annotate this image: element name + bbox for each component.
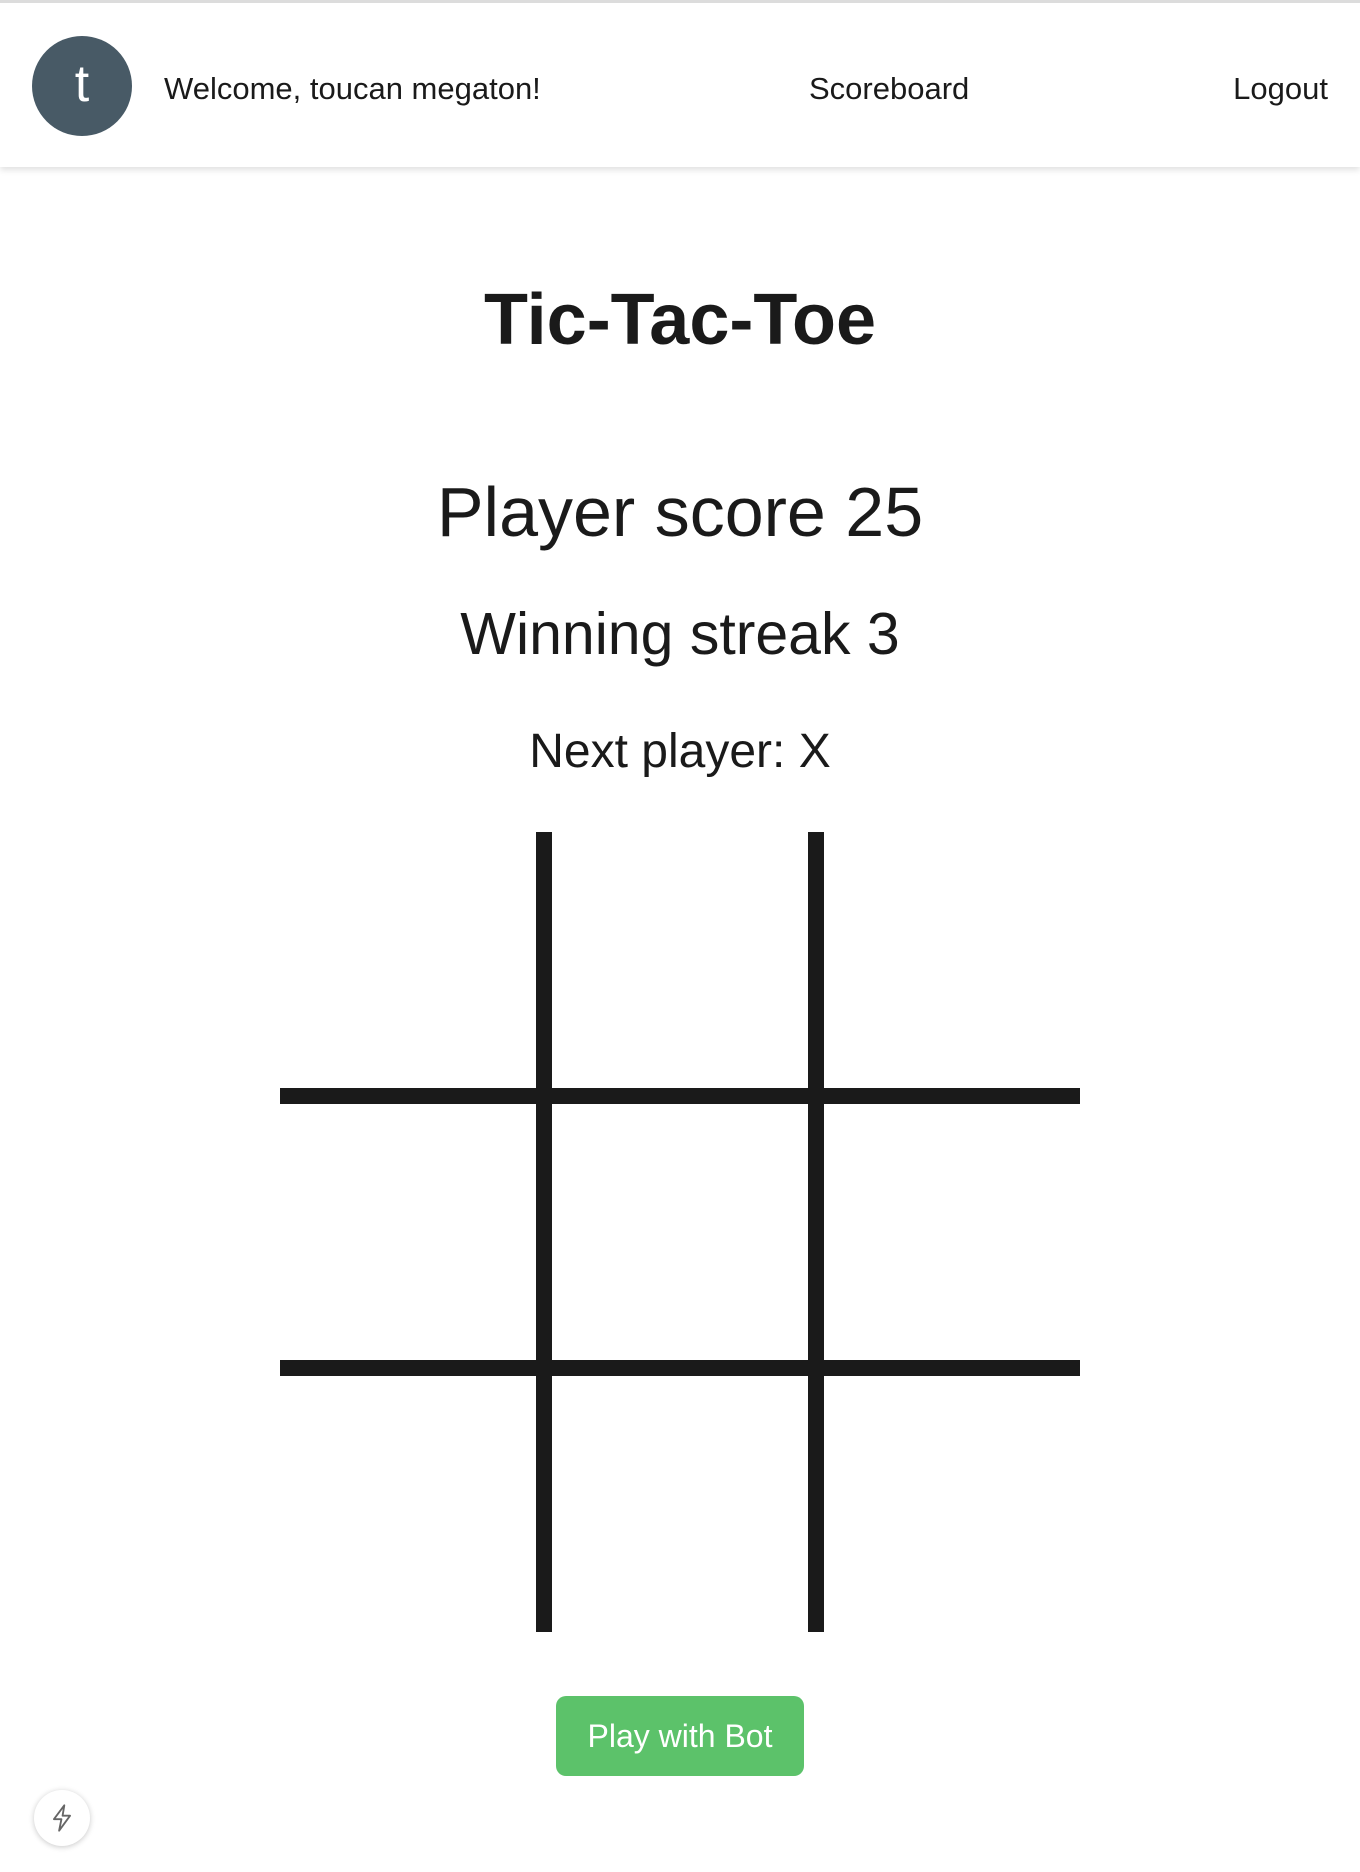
board-grid-line-horizontal-1	[280, 1088, 1080, 1104]
next-player-status: Next player: X	[529, 725, 831, 778]
board-cell-5[interactable]	[554, 1106, 820, 1372]
play-with-bot-button[interactable]: Play with Bot	[556, 1696, 804, 1776]
scoreboard-link[interactable]: Scoreboard	[809, 69, 969, 109]
quick-action-button[interactable]	[34, 1790, 90, 1846]
board-cell-9[interactable]	[828, 1380, 1094, 1646]
tic-tac-toe-board	[280, 832, 1080, 1632]
page-title: Tic-Tac-Toe	[483, 280, 877, 360]
winning-streak: Winning streak 3	[460, 601, 900, 667]
board-cell-6[interactable]	[828, 1106, 1094, 1372]
board-grid-line-vertical-2	[808, 832, 824, 1632]
board-cell-4[interactable]	[280, 1106, 546, 1372]
board-grid-line-horizontal-2	[280, 1360, 1080, 1376]
board-grid-line-vertical-1	[536, 832, 552, 1632]
lightning-bolt-icon	[53, 1804, 71, 1832]
avatar: t	[32, 36, 132, 136]
board-cell-3[interactable]	[828, 832, 1094, 1098]
player-score: Player score 25	[436, 473, 924, 551]
logout-link[interactable]: Logout	[1233, 69, 1328, 109]
board-cell-1[interactable]	[280, 832, 546, 1098]
board-cell-8[interactable]	[554, 1380, 820, 1646]
top-navigation-bar: t Welcome, toucan megaton! Scoreboard Lo…	[0, 0, 1360, 167]
board-cell-7[interactable]	[280, 1380, 546, 1646]
board-cell-2[interactable]	[554, 832, 820, 1098]
welcome-message: Welcome, toucan megaton!	[164, 71, 541, 106]
